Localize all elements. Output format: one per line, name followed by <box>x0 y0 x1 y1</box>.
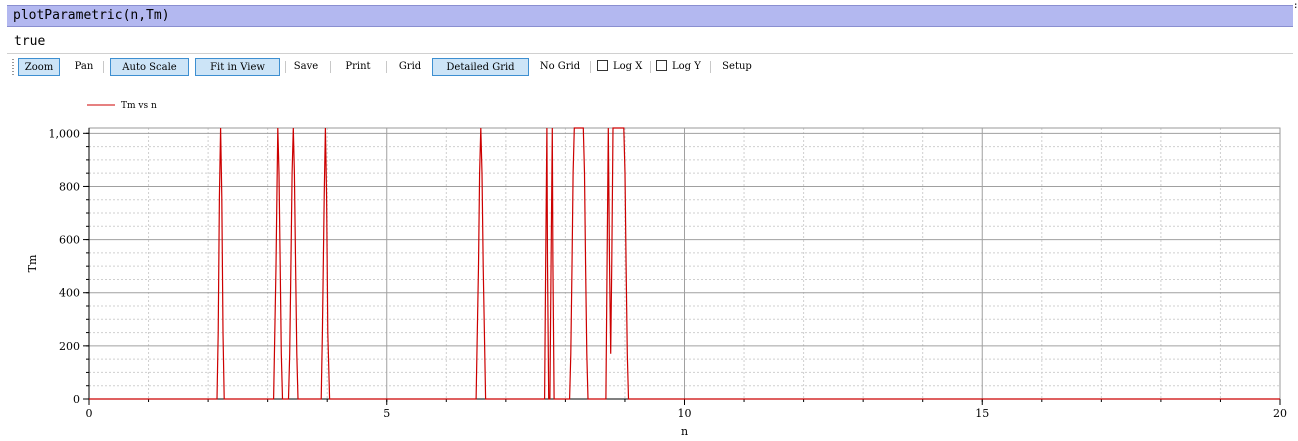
corner-mark: : <box>1293 1 1298 11</box>
toolbar-grip[interactable] <box>12 59 14 75</box>
legend-label: Tm vs n <box>121 101 157 111</box>
y-tick-label: 1,000 <box>49 127 81 140</box>
x-tick-label: 10 <box>678 407 692 420</box>
result-text: true <box>14 34 46 49</box>
plot-area[interactable]: 0 200 400 600 800 1,000 0 5 10 15 20 Tm vs n n Tm <box>0 88 1298 441</box>
toolbar-separator <box>386 61 387 73</box>
print-button[interactable]: Print <box>338 58 378 76</box>
log-y-label[interactable]: Log Y <box>672 58 701 76</box>
grid-button[interactable]: Grid <box>394 58 426 76</box>
toolbar-separator <box>330 61 331 73</box>
toolbar-separator <box>103 61 104 73</box>
log-x-label[interactable]: Log X <box>613 58 642 76</box>
y-tick-label: 200 <box>59 340 80 353</box>
toolbar-separator <box>590 61 591 73</box>
auto-scale-button[interactable]: Auto Scale <box>110 58 189 76</box>
log-y-checkbox[interactable] <box>656 60 667 71</box>
x-tick-label: 5 <box>383 407 390 420</box>
toolbar-separator <box>285 61 286 73</box>
fit-in-view-button[interactable]: Fit in View <box>195 58 280 76</box>
pan-button[interactable]: Pan <box>69 58 99 76</box>
zoom-button[interactable]: Zoom <box>18 58 60 76</box>
save-button[interactable]: Save <box>289 58 323 76</box>
x-tick-label: 15 <box>975 407 989 420</box>
legend: Tm vs n <box>87 101 157 111</box>
toolbar-separator <box>650 61 651 73</box>
no-grid-button[interactable]: No Grid <box>535 58 585 76</box>
y-tick-label: 400 <box>59 287 80 300</box>
grid <box>88 128 1281 400</box>
command-text[interactable]: plotParametric(n,Tm) <box>13 8 170 23</box>
setup-button[interactable]: Setup <box>717 58 757 76</box>
log-x-checkbox[interactable] <box>597 60 608 71</box>
command-bar[interactable]: plotParametric(n,Tm) <box>7 5 1293 27</box>
y-tick-label: 0 <box>73 393 80 406</box>
detailed-grid-button[interactable]: Detailed Grid <box>432 58 529 76</box>
result-bar: true <box>7 30 1293 54</box>
y-axis-title: Tm <box>26 254 39 272</box>
x-axis-title: n <box>681 425 688 438</box>
x-tick-label: 20 <box>1273 407 1287 420</box>
y-tick-label: 600 <box>59 234 80 247</box>
x-tick-label: 0 <box>86 407 93 420</box>
plot-toolbar: Zoom Pan Auto Scale Fit in View Save Pri… <box>8 57 1288 77</box>
y-tick-label: 800 <box>59 180 80 193</box>
toolbar-separator <box>710 61 711 73</box>
